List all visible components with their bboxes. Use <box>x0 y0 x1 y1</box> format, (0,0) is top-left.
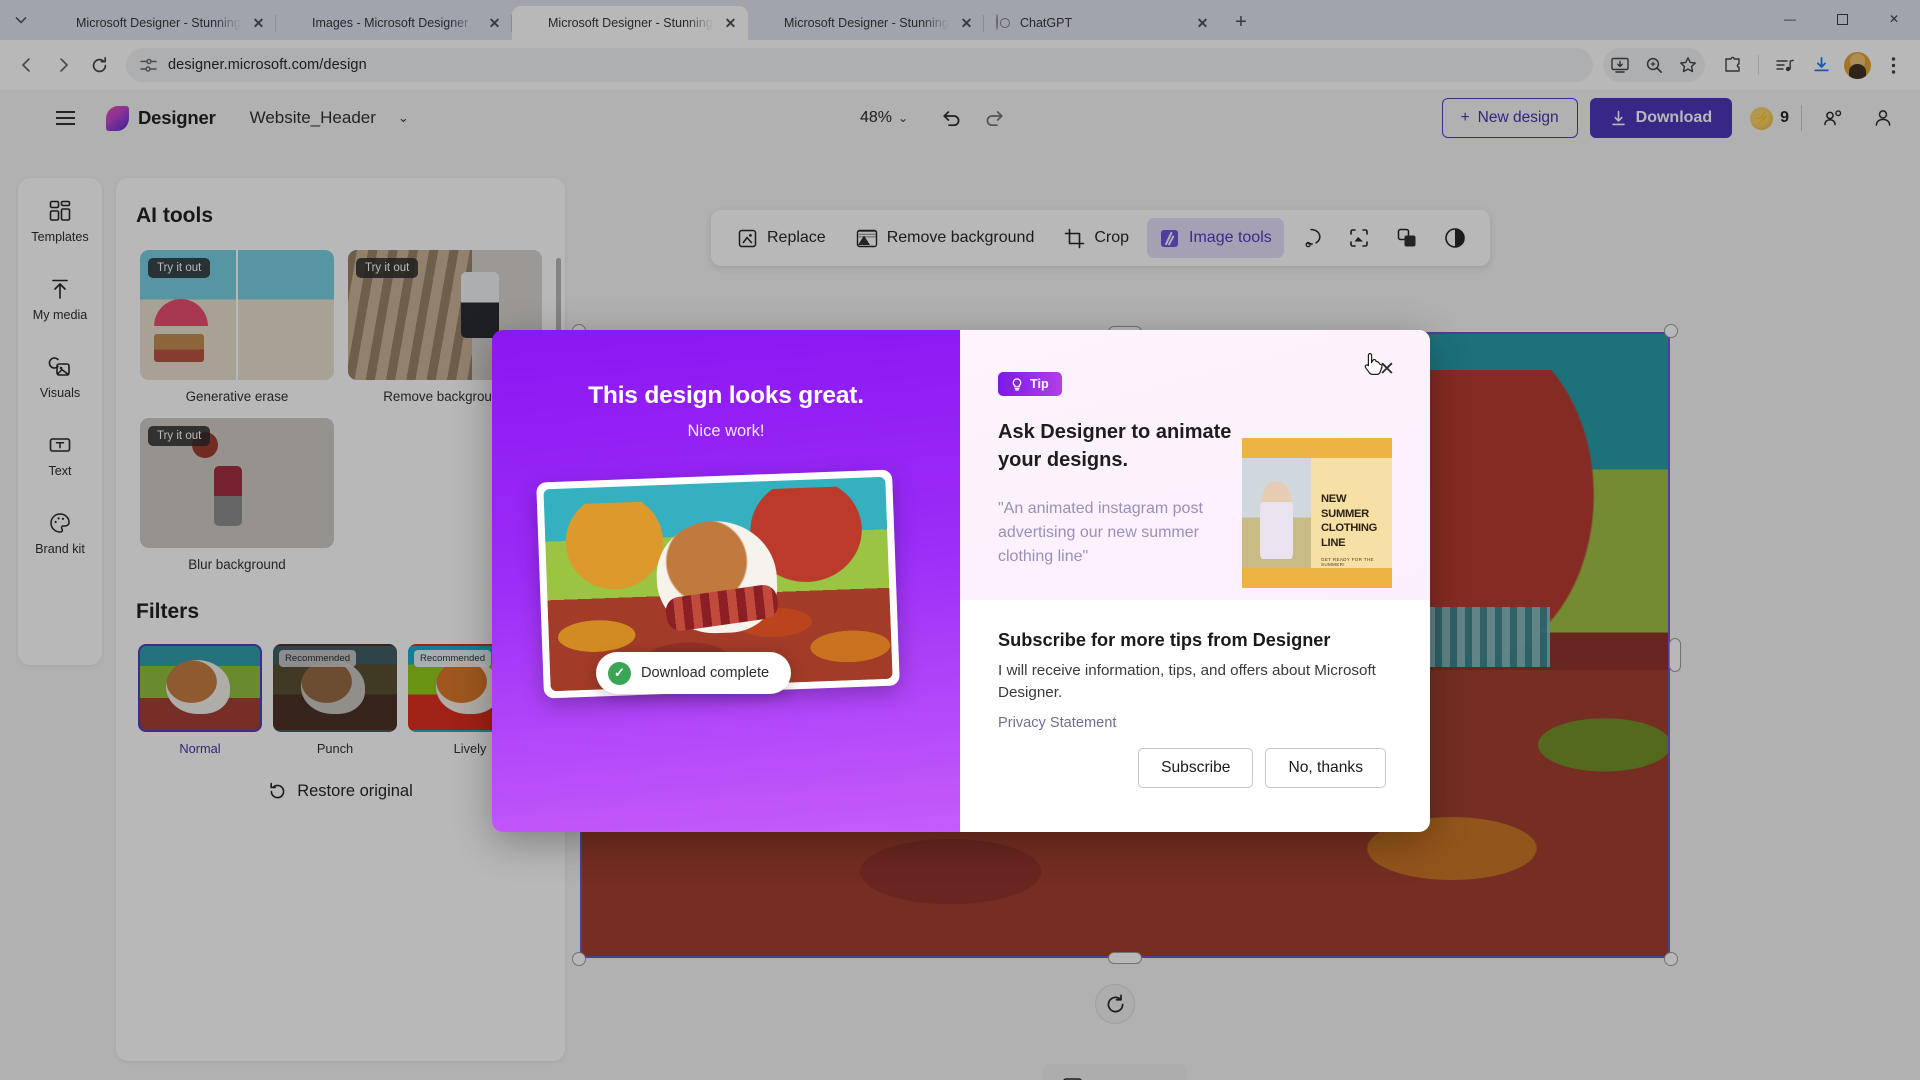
modal-right-panel: Tip Ask Designer to animate your designs… <box>960 330 1430 832</box>
subscribe-actions: Subscribe No, thanks <box>998 748 1392 789</box>
subscribe-heading: Subscribe for more tips from Designer <box>998 630 1331 650</box>
subscribe-body: I will receive information, tips, and of… <box>998 662 1376 701</box>
no-thanks-button[interactable]: No, thanks <box>1265 748 1386 789</box>
tip-quote: "An animated instagram post advertising … <box>998 499 1203 565</box>
tip-section: Tip Ask Designer to animate your designs… <box>960 330 1430 600</box>
screen-root: Microsoft Designer - Stunning ✕ Images -… <box>0 0 1920 1080</box>
tip-badge: Tip <box>998 372 1062 396</box>
check-circle-icon: ✓ <box>608 661 631 685</box>
toast-text: Download complete <box>641 665 770 681</box>
tip-badge-label: Tip <box>1030 377 1049 391</box>
modal-subtitle: Nice work! <box>687 422 765 440</box>
tip-heading: Ask Designer to animate your designs. <box>998 421 1232 472</box>
modal-title: This design looks great. <box>588 382 864 409</box>
tip-thumb-photo <box>1242 458 1311 568</box>
subscribe-button[interactable]: Subscribe <box>1138 748 1254 789</box>
tip-thumb-headline: NEW SUMMER CLOTHING LINE <box>1321 493 1378 549</box>
download-complete-toast: ✓ Download complete <box>596 652 792 694</box>
lightbulb-icon <box>1011 377 1023 391</box>
tip-modal: This design looks great. Nice work! ✓ Do… <box>492 330 1430 832</box>
tip-thumb-subline: GET READY FOR THE SUMMER! <box>1321 557 1374 568</box>
tip-thumbnail: NEW SUMMER CLOTHING LINE GET READY FOR T… <box>1242 438 1392 588</box>
modal-left-panel: This design looks great. Nice work! ✓ Do… <box>492 330 960 832</box>
close-icon[interactable]: ✕ <box>1372 354 1402 384</box>
privacy-statement-link[interactable]: Privacy Statement <box>998 715 1116 731</box>
subscribe-section: Subscribe for more tips from Designer I … <box>960 600 1430 789</box>
